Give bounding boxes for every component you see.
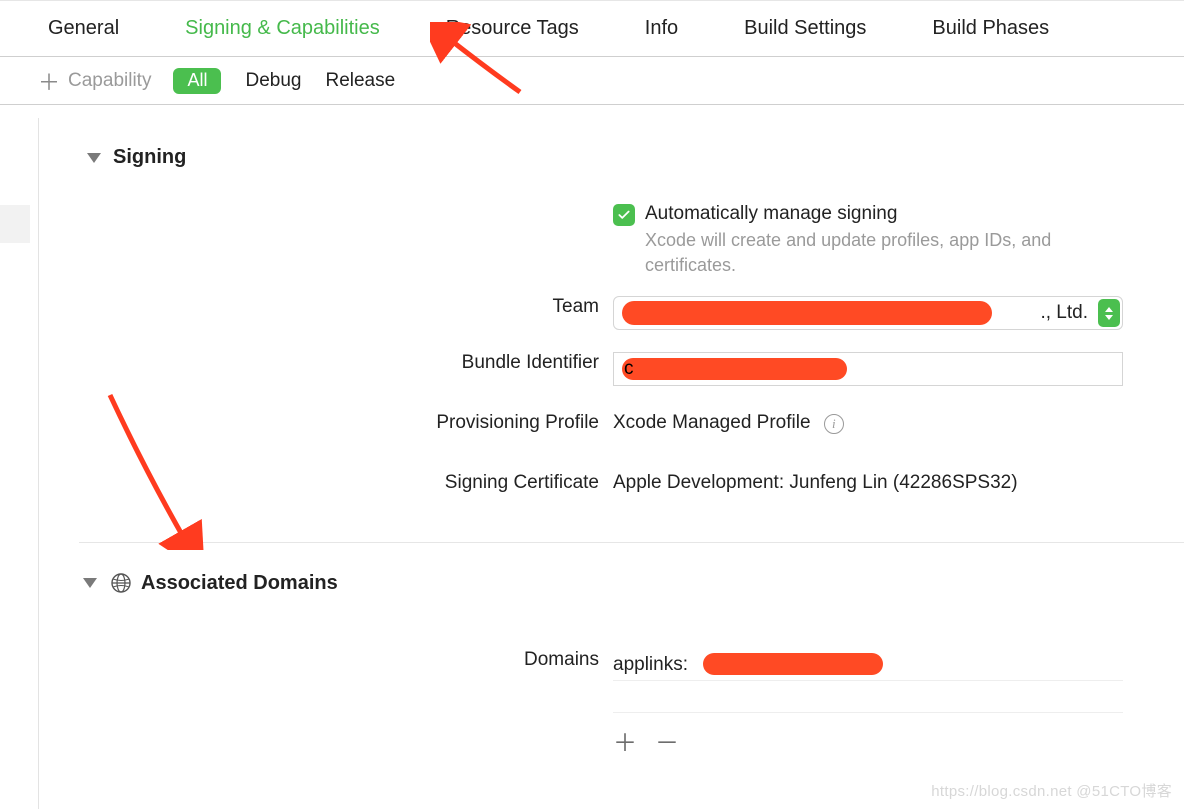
row-signing-certificate: Signing Certificate Apple Development: J… [39,472,1184,514]
domain-entry[interactable]: applinks: [613,649,1123,681]
chevron-down-icon [83,578,97,588]
tab-resource-tags[interactable]: Resource Tags [446,17,579,40]
row-domains: Domains applinks: ＋ － [39,649,1184,758]
add-domain-button[interactable]: ＋ [613,723,637,758]
tab-build-settings[interactable]: Build Settings [744,17,866,40]
signing-certificate-value: Apple Development: Junfeng Lin (42286SPS… [613,472,1124,494]
checkmark-icon [617,208,631,222]
section-header-associated-domains[interactable]: Associated Domains [39,571,1184,595]
domain-entry-empty[interactable] [613,681,1123,713]
tab-signing-capabilities[interactable]: Signing & Capabilities [185,17,380,40]
redacted-domain-value [703,653,883,675]
build-config-segment: All Debug Release [173,68,395,94]
capabilities-panel: Signing Automatically manage signing Xco… [38,118,1184,809]
section-divider [79,542,1184,543]
gutter-selection-hint [0,205,30,243]
auto-manage-subtitle: Xcode will create and update profiles, a… [645,228,1124,278]
plus-icon: ＋ [38,65,60,97]
provisioning-profile-value: Xcode Managed Profile [613,412,811,433]
domain-entry-prefix: applinks: [613,654,688,676]
bundle-identifier-input[interactable]: c [613,352,1123,386]
row-provisioning-profile: Provisioning Profile Xcode Managed Profi… [39,412,1184,454]
segment-release[interactable]: Release [325,70,395,92]
chevron-down-icon [87,153,101,163]
label-team: Team [39,296,599,318]
label-domains: Domains [39,649,599,671]
domains-list: applinks: ＋ － [613,649,1123,758]
segment-all[interactable]: All [173,68,221,94]
bundle-id-visible-prefix: c [624,358,634,380]
row-bundle-identifier: Bundle Identifier c [39,352,1184,394]
section-title-associated-domains: Associated Domains [141,572,338,595]
updown-stepper-icon [1098,299,1120,327]
row-auto-manage: Automatically manage signing Xcode will … [39,203,1184,278]
redacted-bundle-id [622,358,847,380]
project-editor-tabs: General Signing & Capabilities Resource … [0,0,1184,57]
tab-general[interactable]: General [48,17,119,40]
label-signing-certificate: Signing Certificate [39,472,599,494]
info-icon[interactable]: i [824,414,844,434]
watermark-text: https://blog.csdn.net @51CTO博客 [931,780,1172,801]
label-bundle-identifier: Bundle Identifier [39,352,599,374]
associated-domains-form: Domains applinks: ＋ － [39,649,1184,758]
capabilities-bar: ＋ Capability All Debug Release [0,57,1184,105]
add-capability-label: Capability [68,70,151,92]
redacted-team-name [622,301,992,325]
auto-manage-title: Automatically manage signing [645,203,1124,225]
globe-icon [109,571,133,595]
add-capability-button[interactable]: ＋ Capability [38,65,151,97]
team-dropdown[interactable]: ., Ltd. [613,296,1123,330]
section-title-signing: Signing [113,146,186,169]
domains-controls: ＋ － [613,713,1123,758]
team-suffix: ., Ltd. [1040,302,1092,324]
remove-domain-button[interactable]: － [655,723,679,758]
signing-form: Automatically manage signing Xcode will … [39,203,1184,514]
auto-manage-checkbox[interactable] [613,204,635,226]
label-provisioning-profile: Provisioning Profile [39,412,599,434]
segment-debug[interactable]: Debug [245,70,301,92]
tab-info[interactable]: Info [645,17,678,40]
tab-build-phases[interactable]: Build Phases [932,17,1049,40]
row-team: Team ., Ltd. [39,296,1184,338]
section-header-signing[interactable]: Signing [39,146,1184,169]
